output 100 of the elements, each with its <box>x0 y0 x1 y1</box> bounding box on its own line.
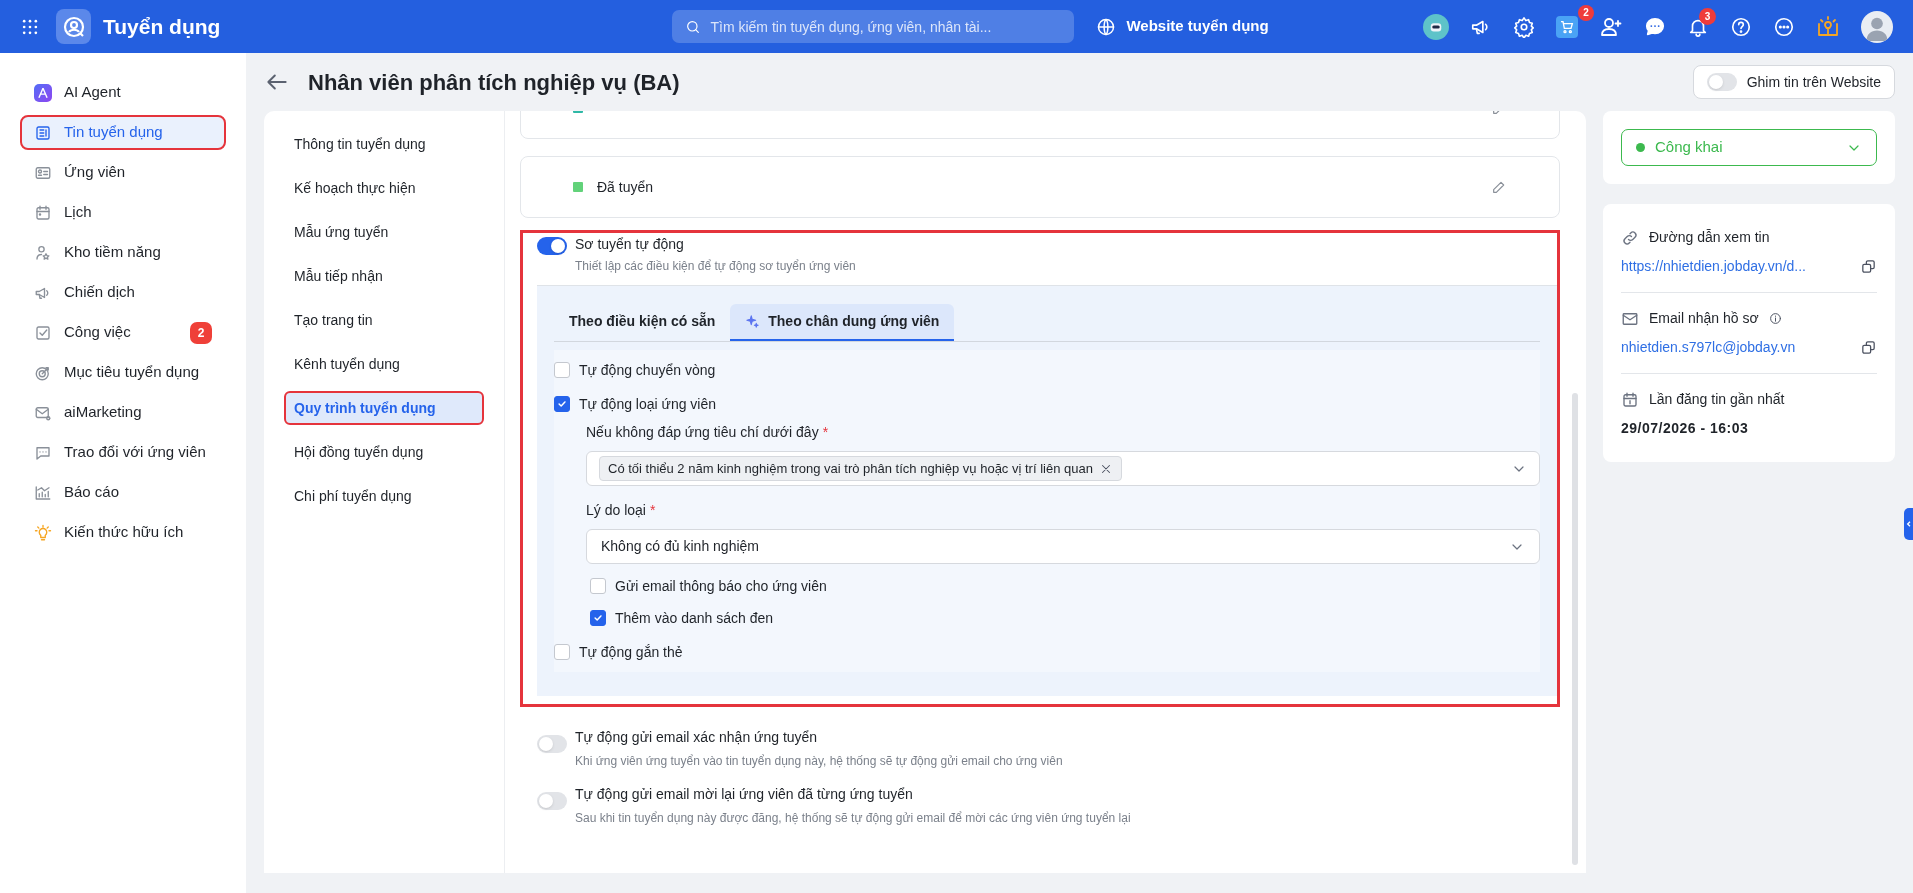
section-nav-item[interactable]: Tạo trang tin <box>284 303 484 337</box>
user-avatar[interactable] <box>1861 10 1893 43</box>
toggle-switch[interactable] <box>537 792 567 810</box>
sidebar-item[interactable]: Chiến dịch <box>20 275 226 310</box>
pin-toggle-button[interactable]: Ghim tin trên Website <box>1692 65 1895 99</box>
reason-select[interactable]: Không có đủ kinh nghiệm <box>586 529 1540 564</box>
pin-switch[interactable] <box>1706 73 1737 91</box>
checkbox-option[interactable]: Tự động gắn thẻ <box>554 640 1540 664</box>
sidebar-item[interactable]: Công việc 2 <box>20 315 226 350</box>
required-mark: * <box>649 502 656 518</box>
app-title: Tuyển dụng <box>103 13 221 40</box>
checkbox-icon <box>34 323 52 342</box>
tab[interactable]: Theo chân dung ứng viên <box>730 304 955 341</box>
agent-logo-icon <box>34 83 52 102</box>
info-label: Đường dẫn xem tin <box>1649 228 1770 247</box>
copy-icon[interactable] <box>1860 339 1877 356</box>
lightbulb-book-icon[interactable] <box>1816 14 1840 39</box>
globe-icon <box>1096 16 1117 37</box>
sidebar-label: Kiến thức hữu ích <box>64 522 184 543</box>
sidebar-item[interactable]: Tin tuyển dụng <box>20 115 226 150</box>
checkbox[interactable] <box>554 644 570 660</box>
criteria-tag: Có tối thiểu 2 năm kinh nghiệm trong vai trò phân tích nghiệp vụ hoặc vị trí liên quan <box>599 456 1122 481</box>
checkbox[interactable] <box>554 362 570 378</box>
checkbox-option[interactable]: Tự động chuyển vòng <box>554 358 1540 382</box>
email-link[interactable]: nhietdien.s797lc@jobday.vn <box>1621 337 1796 358</box>
check-icon <box>593 613 603 623</box>
sidebar-item[interactable]: Lịch <box>20 195 226 230</box>
sidebar-item[interactable]: Mục tiêu tuyển dụng <box>20 355 226 390</box>
sparkle-icon <box>745 314 761 329</box>
help-icon[interactable] <box>1730 15 1752 38</box>
calendar-icon <box>1621 390 1639 409</box>
url-link[interactable]: https://nhietdien.jobday.vn/d... <box>1621 256 1806 277</box>
section-nav-item[interactable]: Chi phí tuyển dụng <box>284 479 484 513</box>
toggle-switch[interactable] <box>537 735 567 753</box>
section-nav-item[interactable]: Hội đồng tuyển dụng <box>284 435 484 469</box>
scrollbar-thumb[interactable] <box>1572 393 1578 865</box>
sidebar-label: Lịch <box>64 202 92 223</box>
section-nav-item[interactable]: Mẫu ứng tuyển <box>284 215 484 249</box>
section-nav-item[interactable]: Kế hoạch thực hiện <box>284 171 484 205</box>
chat-icon[interactable] <box>1644 15 1666 38</box>
app-logo-icon <box>56 9 91 44</box>
sidebar-item[interactable]: Trao đổi với ứng viên <box>20 435 226 470</box>
status-label: Công khai <box>1655 137 1723 158</box>
section-nav-item[interactable]: Thông tin tuyển dụng <box>284 127 484 161</box>
settings-icon[interactable] <box>1513 15 1535 38</box>
multi-select-field[interactable]: Có tối thiểu 2 năm kinh nghiệm trong vai trò phân tích nghiệp vụ hoặc vị trí liên quan <box>586 451 1540 486</box>
section-nav-item[interactable]: Mẫu tiếp nhận <box>284 259 484 293</box>
checkbox[interactable] <box>554 396 570 412</box>
link-icon <box>1621 228 1639 247</box>
sidebar-label: Tin tuyển dụng <box>64 122 163 143</box>
collapse-handle[interactable] <box>1904 508 1913 540</box>
sidebar-label: Ứng viên <box>64 162 126 183</box>
sidebar-label: aiMarketing <box>64 402 142 423</box>
calendar-icon <box>34 203 52 222</box>
setting-title: Sơ tuyển tự động <box>575 235 685 254</box>
sidebar-label: Trao đổi với ứng viên <box>64 442 206 463</box>
checkbox-option[interactable]: Tự động loại ứng viên <box>554 392 1540 416</box>
setting-title: Tự động gửi email xác nhận ứng tuyển <box>575 728 819 747</box>
cart-icon[interactable] <box>1556 15 1578 38</box>
sidebar-item[interactable]: Kiến thức hữu ích <box>20 515 226 550</box>
sidebar-item[interactable]: aiMarketing <box>20 395 226 430</box>
setting-description: Thiết lập các điều kiện để tự động sơ tuyển ứng viên <box>575 258 856 275</box>
sidebar-item[interactable]: Ứng viên <box>20 155 226 190</box>
toggle-switch[interactable] <box>537 237 567 255</box>
website-link[interactable]: Website tuyển dụng <box>1096 15 1269 38</box>
checkbox[interactable] <box>590 578 606 594</box>
sidebar-item[interactable]: Báo cáo <box>20 475 226 510</box>
field-label: Nếu không đáp ứng tiêu chí dưới đây * <box>586 423 830 442</box>
count-badge: 2 <box>1578 4 1594 21</box>
required-mark: * <box>822 424 829 440</box>
checkbox-option[interactable]: Thêm vào danh sách đen <box>590 606 1540 630</box>
sidebar-item[interactable]: AI Agent <box>20 75 226 110</box>
page-title: Nhân viên phân tích nghiệp vụ (BA) <box>308 68 680 97</box>
sidebar-label: AI Agent <box>64 82 121 103</box>
section-nav-item[interactable]: Quy trình tuyển dụng <box>284 391 484 425</box>
posted-date: 29/07/2026 - 16:03 <box>1621 419 1749 438</box>
chart-icon <box>34 483 52 502</box>
count-badge: 3 <box>1699 7 1716 25</box>
field-label: Lý do loại * <box>586 501 657 520</box>
sidebar-item[interactable]: Kho tiềm năng <box>20 235 226 270</box>
info-label: Lần đăng tin gần nhất <box>1649 390 1785 409</box>
sidebar-label: Mục tiêu tuyển dụng <box>64 362 200 383</box>
check-icon <box>557 399 567 409</box>
setting-title: Tự động gửi email mời lại ứng viên đã từng ứng tuyển <box>575 785 914 804</box>
checkbox-option[interactable]: Gửi email thông báo cho ứng viên <box>590 574 1540 598</box>
sidebar-label: Chiến dịch <box>64 282 135 303</box>
sidebar-label: Kho tiềm năng <box>64 242 161 263</box>
select-value: Không có đủ kinh nghiệm <box>601 537 759 556</box>
setting-description: Khi ứng viên ứng tuyển vào tin tuyển dụng này, hệ thống sẽ tự động gửi email cho ứng viên <box>575 753 1063 770</box>
checkbox[interactable] <box>590 610 606 626</box>
search-icon <box>685 18 702 35</box>
user-star-icon <box>34 243 52 262</box>
copy-icon[interactable] <box>1860 258 1877 275</box>
count-badge: 2 <box>190 321 212 344</box>
info-label: Email nhận hồ sơ <box>1649 309 1759 328</box>
sidebar-label: Báo cáo <box>64 482 120 503</box>
stage-name: Đã tuyển <box>597 177 654 197</box>
tab[interactable]: Theo điều kiện có sẵn <box>554 304 731 341</box>
more-icon[interactable] <box>1773 15 1795 38</box>
section-nav-item[interactable]: Kênh tuyển dụng <box>284 347 484 381</box>
